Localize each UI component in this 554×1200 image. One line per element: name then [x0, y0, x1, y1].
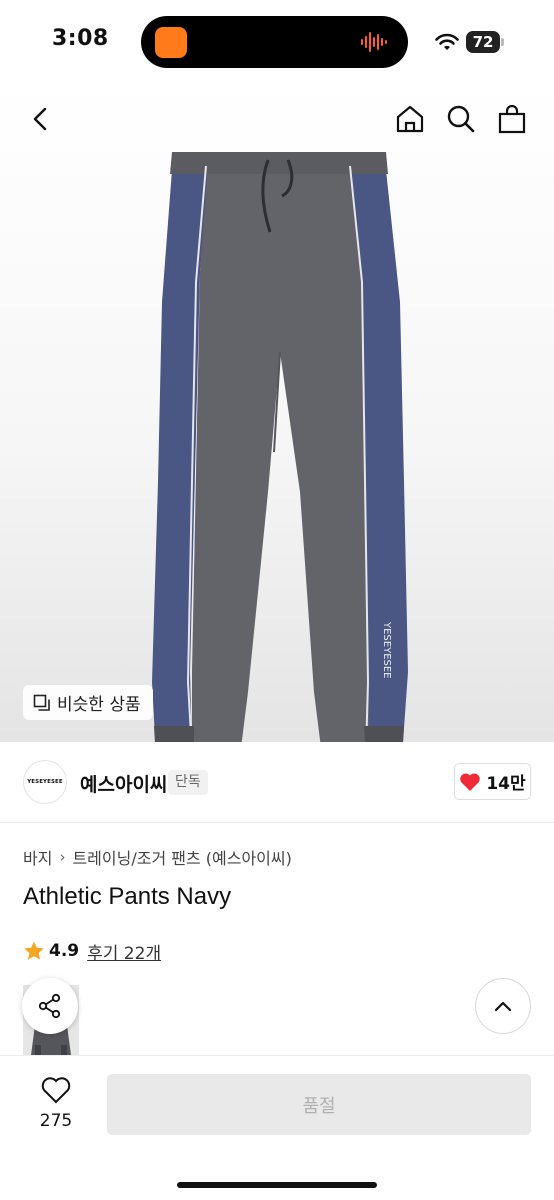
chevron-up-icon	[494, 1001, 512, 1012]
brand-name[interactable]: 예스아이씨	[80, 770, 167, 797]
brand-row[interactable]: YESEYESEE 예스아이씨 단독 14만	[0, 743, 554, 823]
product-image[interactable]: YESEYESEE 비슷한 상품	[0, 84, 554, 742]
pants-print-text: YESEYESEE	[381, 621, 392, 679]
wishlist-button[interactable]: 275	[30, 1076, 82, 1131]
home-icon	[396, 105, 424, 133]
heart-filled-icon	[460, 772, 481, 791]
product-title: Athletic Pants Navy	[23, 883, 232, 910]
scroll-to-top-button[interactable]	[475, 978, 531, 1034]
rating-row: 4.9 후기 22개	[23, 938, 161, 964]
sold-out-button[interactable]: 품절	[107, 1074, 531, 1135]
similar-products-button[interactable]: 비슷한 상품	[23, 685, 153, 720]
brand-like-button[interactable]: 14만	[454, 763, 531, 800]
pants-image: YESEYESEE	[152, 152, 408, 742]
breadcrumb-subcategory[interactable]: 트레이닝/조거 팬츠 (예스아이씨)	[72, 845, 291, 869]
review-link[interactable]: 후기 22개	[87, 939, 161, 964]
similar-products-label: 비슷한 상품	[57, 695, 141, 715]
breadcrumb-category[interactable]: 바지	[23, 845, 52, 869]
search-button[interactable]	[444, 102, 478, 136]
brand-like-count: 14만	[486, 774, 526, 794]
top-navigation	[0, 84, 554, 156]
cart-button[interactable]	[495, 102, 529, 136]
chevron-right-icon: ›	[59, 848, 66, 866]
similar-items-icon	[33, 694, 50, 711]
status-time: 3:08	[52, 26, 109, 51]
status-bar: 3:08 72	[0, 0, 554, 84]
shopping-bag-icon	[498, 104, 526, 134]
home-indicator	[177, 1182, 377, 1188]
battery-indicator: 72	[466, 31, 504, 53]
brand-logo[interactable]: YESEYESEE	[23, 760, 67, 804]
exclusive-badge: 단독	[168, 770, 208, 795]
share-button[interactable]	[22, 978, 78, 1034]
back-button[interactable]	[24, 102, 58, 136]
search-icon	[447, 105, 475, 133]
back-icon	[33, 107, 47, 131]
wishlist-count: 275	[39, 1111, 73, 1131]
heart-outline-icon	[41, 1077, 71, 1104]
wifi-icon	[435, 33, 459, 50]
brand-logo-text: YESEYESEE	[27, 779, 63, 785]
home-button[interactable]	[393, 102, 427, 136]
bottom-action-bar: 275 품절	[0, 1055, 554, 1200]
now-playing-app-icon	[155, 27, 187, 58]
audio-wave-icon	[361, 32, 387, 52]
rating-value: 4.9	[49, 941, 80, 961]
dynamic-island	[141, 16, 408, 68]
breadcrumb: 바지 › 트레이닝/조거 팬츠 (예스아이씨)	[23, 845, 292, 869]
star-icon	[24, 941, 44, 960]
share-icon	[38, 993, 61, 1019]
battery-level: 72	[472, 33, 494, 51]
